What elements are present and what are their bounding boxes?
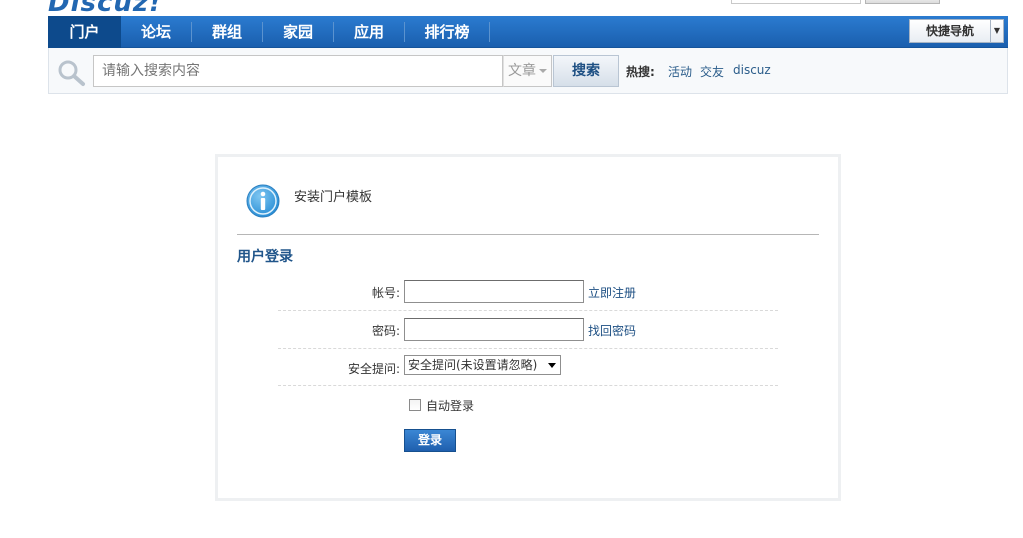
security-question-label: 安全提问: bbox=[347, 362, 400, 376]
hot-link-friends[interactable]: 交友 bbox=[700, 63, 724, 80]
nav-separator bbox=[489, 22, 490, 42]
security-question-select[interactable]: 安全提问(未设置请忽略) bbox=[404, 355, 561, 375]
header-login-button[interactable] bbox=[865, 0, 940, 4]
account-input[interactable] bbox=[404, 280, 584, 303]
hot-link-discuz[interactable]: discuz bbox=[733, 63, 771, 77]
row-divider bbox=[278, 348, 778, 349]
row-divider bbox=[278, 310, 778, 311]
account-label: 帐号: bbox=[371, 286, 400, 300]
chevron-down-icon bbox=[548, 363, 556, 368]
search-input[interactable] bbox=[93, 55, 503, 87]
search-icon bbox=[58, 60, 85, 86]
header-username-input[interactable] bbox=[731, 0, 861, 4]
nav-item-apps[interactable]: 应用 bbox=[334, 16, 404, 48]
forgot-password-link[interactable]: 找回密码 bbox=[588, 322, 636, 339]
auto-login-label: 自动登录 bbox=[426, 399, 475, 413]
search-type-select[interactable]: 文章 bbox=[503, 55, 552, 87]
quick-nav-button[interactable]: 快捷导航 bbox=[909, 19, 991, 43]
search-button[interactable]: 搜索 bbox=[553, 55, 619, 87]
login-title: 用户登录 bbox=[237, 249, 293, 265]
row-divider bbox=[278, 385, 778, 386]
divider bbox=[237, 234, 819, 235]
hot-link-activity[interactable]: 活动 bbox=[668, 63, 692, 80]
nav-item-forum[interactable]: 论坛 bbox=[121, 16, 191, 48]
auto-login-checkbox[interactable] bbox=[409, 399, 421, 411]
quick-nav-dropdown-icon[interactable]: ▼ bbox=[991, 19, 1004, 43]
chevron-down-icon bbox=[539, 69, 547, 73]
nav-item-portal[interactable]: 门户 bbox=[48, 16, 121, 48]
main-nav: 门户 论坛 群组 家园 应用 排行榜 bbox=[48, 16, 1008, 48]
security-question-value: 安全提问(未设置请忽略) bbox=[408, 358, 538, 372]
register-link[interactable]: 立即注册 bbox=[588, 284, 636, 301]
password-input[interactable] bbox=[404, 318, 584, 341]
notice-message: 安装门户模板 bbox=[294, 190, 373, 205]
password-label: 密码: bbox=[371, 324, 400, 338]
nav-item-group[interactable]: 群组 bbox=[192, 16, 262, 48]
hot-search-label: 热搜: bbox=[626, 65, 655, 79]
nav-item-home[interactable]: 家园 bbox=[263, 16, 333, 48]
login-submit-button[interactable]: 登录 bbox=[404, 429, 456, 452]
page: Discuz! 门户 论坛 群组 家园 应用 排行榜 快捷导航 ▼ 文章 搜索 … bbox=[0, 0, 1023, 538]
nav-item-ranking[interactable]: 排行榜 bbox=[405, 16, 489, 48]
info-icon bbox=[246, 184, 280, 218]
search-type-label: 文章 bbox=[508, 63, 536, 79]
